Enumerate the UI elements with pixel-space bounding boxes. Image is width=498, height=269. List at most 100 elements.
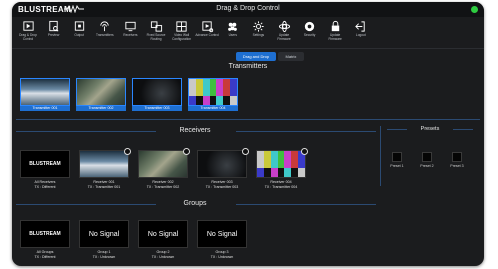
- receiver-source: TX : Different: [34, 185, 56, 189]
- video-thumbnail: [197, 150, 247, 178]
- toolbar-label: Receivers: [123, 33, 138, 37]
- logout-icon: [355, 21, 365, 32]
- video-thumbnail: No Signal: [138, 220, 188, 248]
- transmitter-tile[interactable]: Transmitter 002: [76, 78, 126, 118]
- clear-source-icon[interactable]: [242, 148, 249, 155]
- no-signal-text: No Signal: [206, 230, 238, 238]
- toolbar-logout-button[interactable]: Logout: [349, 20, 373, 47]
- receiver-tile[interactable]: Receiver 004 TX : Transmitter 004: [256, 148, 308, 190]
- toolbar-video-wall-button[interactable]: Video Wall Configuration: [170, 20, 194, 47]
- toolbar-update-firmware-2-button[interactable]: Update Firmware: [323, 20, 347, 47]
- toolbar-preview-button[interactable]: Preview: [42, 20, 66, 47]
- group-source: TX : Unknown: [151, 255, 175, 259]
- group-source: TX : Unknown: [210, 255, 234, 259]
- preset-button[interactable]: Preset 3: [447, 152, 467, 168]
- receivers-rule-left: [16, 131, 156, 132]
- transmitters-title: Transmitters: [228, 63, 268, 70]
- receiver-tile[interactable]: Receiver 002 TX : Transmitter 002: [138, 148, 190, 190]
- update-icon: [278, 20, 290, 33]
- video-thumbnail: [132, 78, 182, 106]
- drag-drop-mode-button[interactable]: Drag and Drop: [236, 52, 276, 61]
- transmitter-tile[interactable]: Transmitter 003: [132, 78, 182, 118]
- transmitter-tile[interactable]: Transmitter 004: [188, 78, 238, 118]
- receiver-tile[interactable]: BLUSTREAM All Receivers TX : Different: [20, 150, 70, 190]
- groups-rule-right: [236, 204, 376, 205]
- preset-swatch: [392, 152, 402, 162]
- video-thumbnail: No Signal: [197, 220, 247, 248]
- toolbar-update-firmware-button[interactable]: Update Firmware: [272, 20, 296, 47]
- toolbar-label: Preview: [47, 33, 60, 37]
- receiver-name: Receiver 003: [211, 180, 233, 184]
- transmitters-divider: [16, 119, 480, 120]
- toolbar-label: Drag & Drop Control: [19, 33, 37, 41]
- toolbar-advanced-control-button[interactable]: Advance Control: [195, 20, 219, 47]
- preset-button[interactable]: Preset 2: [417, 152, 437, 168]
- preset-swatch: [422, 152, 432, 162]
- group-tile[interactable]: No Signal Group 3 TX : Unknown: [197, 220, 247, 260]
- video-thumbnail: BLUSTREAM: [20, 150, 70, 178]
- receiver-tile[interactable]: Receiver 003 TX : Transmitter 003: [197, 148, 249, 190]
- matrix-mode-button[interactable]: Matrix: [278, 52, 304, 61]
- video-thumbnail: [256, 150, 306, 178]
- toolbar-settings-button[interactable]: Settings: [246, 20, 270, 47]
- presets-rule-left: [387, 129, 407, 130]
- receiver-name: Receiver 002: [152, 180, 174, 184]
- page-title: Drag & Drop Control: [216, 5, 280, 12]
- preview-icon: [49, 20, 59, 32]
- toolbar-receivers-button[interactable]: Receivers: [118, 20, 142, 47]
- lock-icon: [331, 20, 339, 32]
- group-tile[interactable]: No Signal Group 1 TX : Unknown: [79, 220, 129, 260]
- receiver-name: Receiver 004: [270, 180, 292, 184]
- clear-source-icon[interactable]: [124, 148, 131, 155]
- toolbar-label: Transmitters: [96, 33, 114, 37]
- no-signal-text: No Signal: [147, 230, 179, 238]
- users-icon: [228, 22, 238, 31]
- brand-mini-logo: BLUSTREAM: [29, 231, 61, 237]
- transmitter-icon: [100, 21, 109, 32]
- security-icon: [304, 21, 315, 32]
- receiver-icon: [125, 21, 136, 32]
- receiver-source: TX : Transmitter 002: [146, 185, 180, 189]
- clear-source-icon[interactable]: [183, 148, 190, 155]
- preset-button[interactable]: Preset 1: [387, 152, 407, 168]
- toolbar-security-button[interactable]: Security: [298, 20, 322, 47]
- output-icon: [74, 21, 84, 31]
- group-name: Group 1: [97, 250, 111, 254]
- app-window: BLUSTREAM Drag & Drop Control Drag & Dro…: [12, 2, 484, 266]
- group-tile[interactable]: No Signal Group 2 TX : Unknown: [138, 220, 188, 260]
- group-source: TX : Different: [34, 255, 56, 259]
- preset-label: Preset 1: [390, 164, 404, 168]
- toolbar-output-button[interactable]: Output: [67, 20, 91, 47]
- group-tile[interactable]: BLUSTREAM All Groups TX : Different: [20, 220, 70, 260]
- main-toolbar: Drag & Drop Control Preview Output Transmit…: [12, 17, 484, 49]
- toolbar-label: Logout: [355, 33, 366, 37]
- video-thumbnail: No Signal: [79, 220, 129, 248]
- toolbar-label: Settings: [252, 33, 265, 37]
- receiver-tile[interactable]: Receiver 001 TX : Transmitter 001: [79, 148, 131, 190]
- toolbar-label: Security: [303, 33, 316, 37]
- toolbar-label: Update Firmware: [277, 33, 291, 41]
- receiver-source: TX : Transmitter 001: [87, 185, 121, 189]
- status-indicator: [471, 6, 478, 13]
- toolbar-users-button[interactable]: Users: [221, 20, 245, 47]
- toolbar-transmitters-button[interactable]: Transmitters: [93, 20, 117, 47]
- transmitter-name: Transmitter 004: [188, 106, 238, 111]
- toolbar-fixed-source-routing-button[interactable]: Fixed Source Routing: [144, 20, 168, 47]
- video-thumbnail: [79, 150, 129, 178]
- presets-rule-right: [453, 129, 473, 130]
- video-wall-icon: [176, 21, 187, 32]
- settings-icon: [253, 21, 264, 32]
- preset-label: Preset 3: [450, 164, 464, 168]
- top-bar: BLUSTREAM Drag & Drop Control: [12, 2, 484, 17]
- presets-panel: Presets Preset 1 Preset 2 Preset 3: [380, 126, 479, 186]
- clear-source-icon[interactable]: [301, 148, 308, 155]
- brand-mini-logo: BLUSTREAM: [29, 161, 61, 167]
- toolbar-drag-drop-button[interactable]: Drag & Drop Control: [16, 20, 40, 47]
- toolbar-label: Video Wall Configuration: [172, 33, 192, 41]
- video-thumbnail: [138, 150, 188, 178]
- transmitter-tile[interactable]: Transmitter 001: [20, 78, 70, 118]
- transmitter-name: Transmitter 001: [20, 106, 70, 111]
- group-name: Group 2: [156, 250, 170, 254]
- toolbar-label: Users: [228, 33, 237, 37]
- transmitter-name: Transmitter 002: [76, 106, 126, 111]
